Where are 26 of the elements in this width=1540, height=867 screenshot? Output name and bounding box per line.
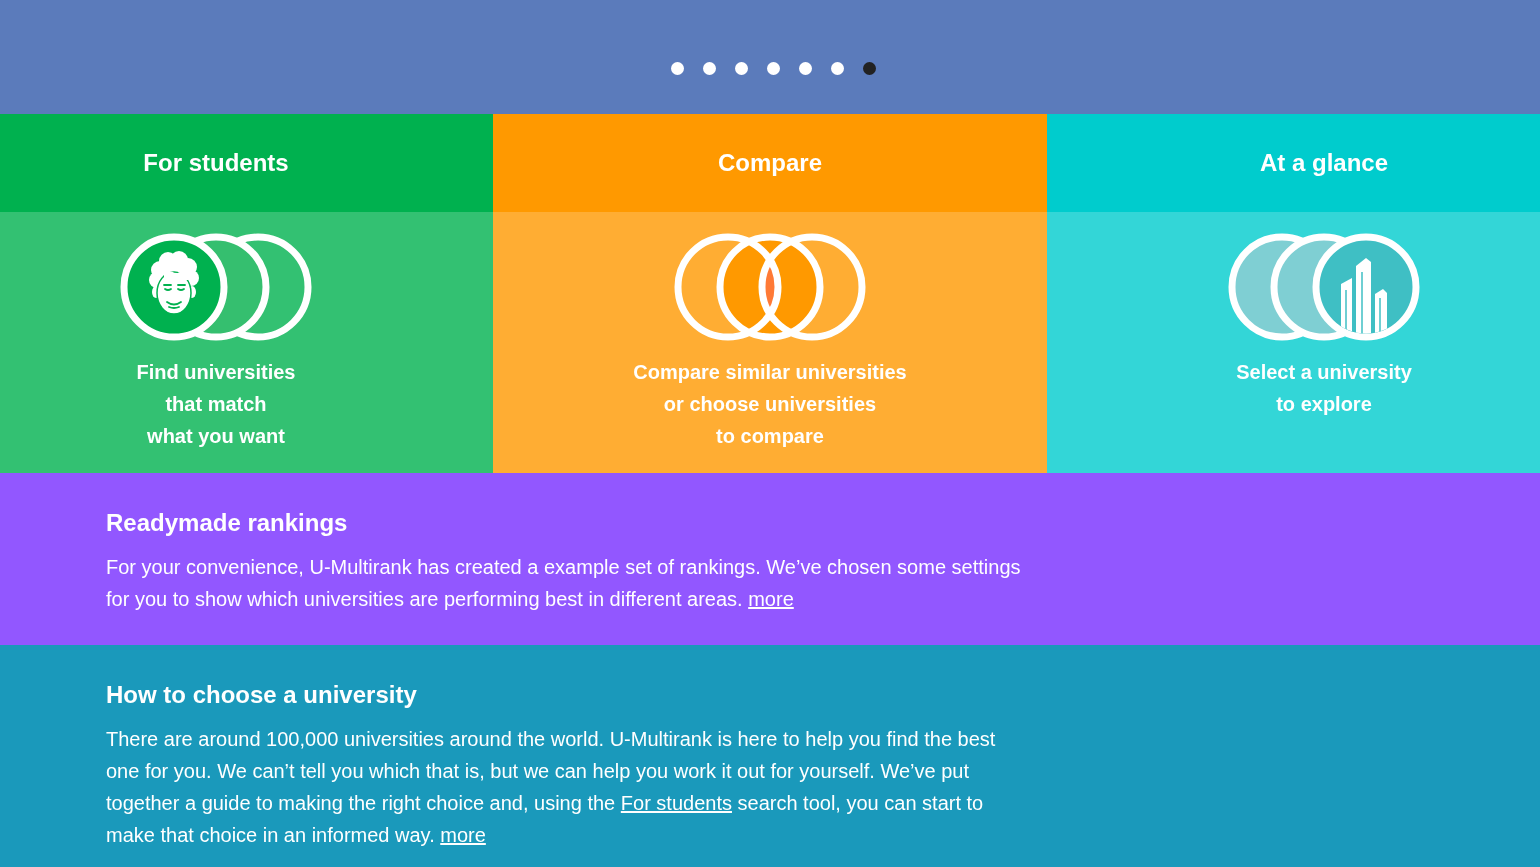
feature-tile[interactable]: For students Find universities that match what you want — [0, 114, 493, 473]
section-text: There are around 100,000 universities around the world. U-Multirank is here to help you find the best one for you. We can’t tell you which that is, but we can help you work it out for yourself. We’ve put together a guide to making the right choice and, using the For students search tool, you can start to make that choice in an informed way. more — [106, 727, 997, 848]
tile-title: At a glance — [1259, 149, 1388, 177]
carousel-dot[interactable] — [862, 62, 876, 75]
carousel-dot[interactable] — [766, 62, 780, 75]
face-in-circles-icon — [120, 232, 312, 342]
tile-title: For students — [143, 149, 289, 177]
section-heading: Readymade rankings — [106, 508, 348, 538]
text-link[interactable]: more — [440, 824, 486, 846]
carousel-dot[interactable] — [734, 62, 748, 75]
tile-description: Find universities that match what you want — [136, 360, 296, 449]
feature-tile[interactable]: At a glance Select a university to explore — [1047, 114, 1540, 473]
feature-tile[interactable]: Compare Compare similar universities or choose universities to compare — [493, 114, 1047, 473]
overlapping-circles-icon — [674, 232, 866, 342]
tile-title: Compare — [718, 149, 822, 177]
carousel-dot[interactable] — [702, 62, 716, 75]
section-text: For your convenience, U-Multirank has created a example set of rankings. We’ve chosen some settings for you to show which universities are performing best in different areas. more — [106, 555, 1022, 612]
carousel-dot[interactable] — [798, 62, 812, 75]
text-link[interactable]: For students — [620, 792, 732, 814]
carousel-dot[interactable] — [670, 62, 684, 75]
text-link[interactable]: more — [748, 588, 794, 610]
tile-description: Select a university to explore — [1236, 360, 1412, 417]
buildings-in-circles-icon — [1228, 232, 1420, 342]
carousel-dot[interactable] — [830, 62, 844, 75]
section-heading: How to choose a university — [106, 680, 417, 710]
tile-description: Compare similar universities or choose universities to compare — [633, 360, 907, 449]
